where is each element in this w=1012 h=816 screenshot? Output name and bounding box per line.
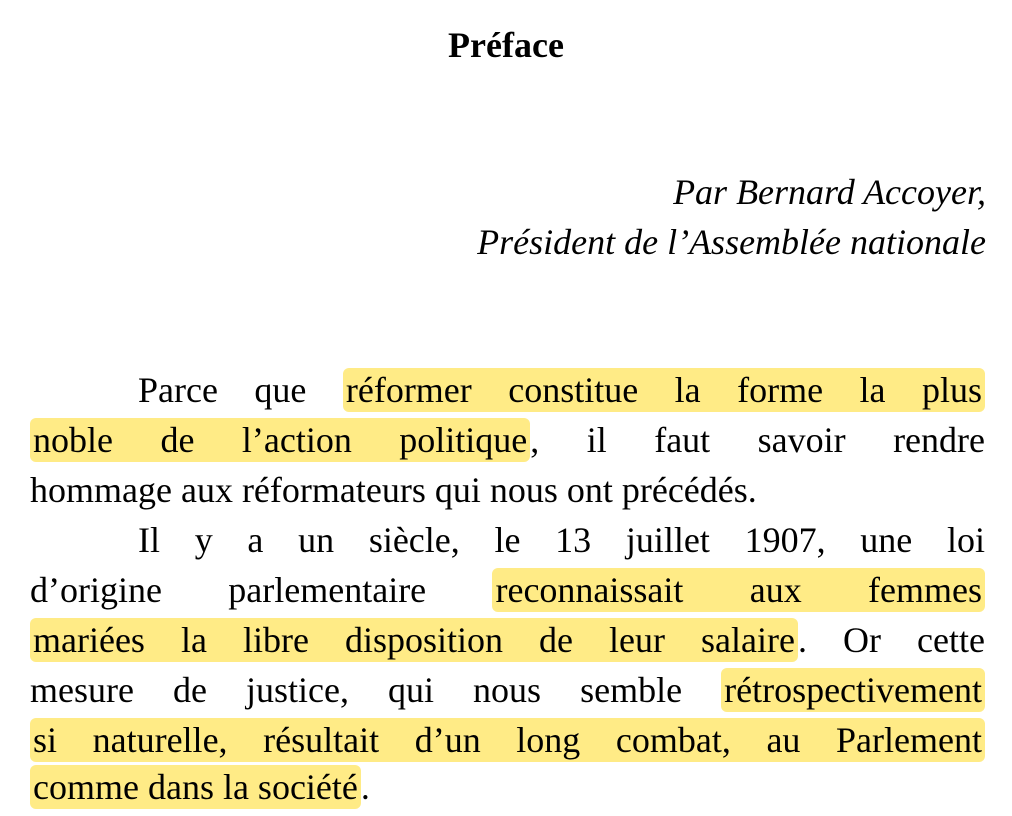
byline-role: Président de l’Assemblée nationale: [477, 222, 986, 262]
line-text: Il y a un siècle, le 13 juillet 1907, un…: [138, 520, 985, 560]
page-title: Préface: [448, 25, 564, 65]
highlighted-text: mariées la libre disposition de leur sal…: [30, 618, 798, 662]
paragraph-line-5: d’origine parlementaire reconnaissait au…: [30, 565, 985, 615]
line-text: mesure de justice, qui nous semble: [30, 670, 722, 710]
paragraph-line-6: mariées la libre disposition de leur sal…: [30, 615, 985, 665]
paragraph-line-7: mesure de justice, qui nous semble rétro…: [30, 665, 985, 715]
paragraph-line-4: Il y a un siècle, le 13 juillet 1907, un…: [138, 515, 985, 565]
paragraph-line-8: si naturelle, résultait d’un long combat…: [30, 715, 985, 765]
paragraph-line-2: noble de l’action politique, il faut sav…: [30, 415, 985, 465]
line-text: . Or cette: [798, 620, 985, 660]
byline-author: Par Bernard Accoyer,: [673, 172, 986, 212]
line-text: , il faut savoir rendre: [530, 420, 985, 460]
line-text: hommage aux réformateurs qui nous ont pr…: [30, 470, 757, 510]
highlighted-text: noble de l’action politique: [30, 418, 531, 462]
highlighted-text: reconnaissait aux femmes: [492, 568, 985, 612]
highlighted-text: si naturelle, résultait d’un long combat…: [30, 718, 985, 762]
line-text: Parce que: [138, 370, 343, 410]
line-text: .: [360, 767, 370, 807]
highlighted-text: réformer constitue la forme la plus: [342, 368, 985, 412]
paragraph-line-9: comme dans la société.: [30, 762, 985, 812]
line-text: d’origine parlementaire: [30, 570, 493, 610]
paragraph-line-3: hommage aux réformateurs qui nous ont pr…: [30, 465, 985, 515]
highlighted-text: rétrospectivement: [721, 668, 985, 712]
document-page: Préface Par Bernard Accoyer, Président d…: [0, 0, 1012, 816]
highlighted-text: comme dans la société: [30, 765, 361, 809]
paragraph-line-1: Parce que réformer constitue la forme la…: [138, 365, 985, 415]
